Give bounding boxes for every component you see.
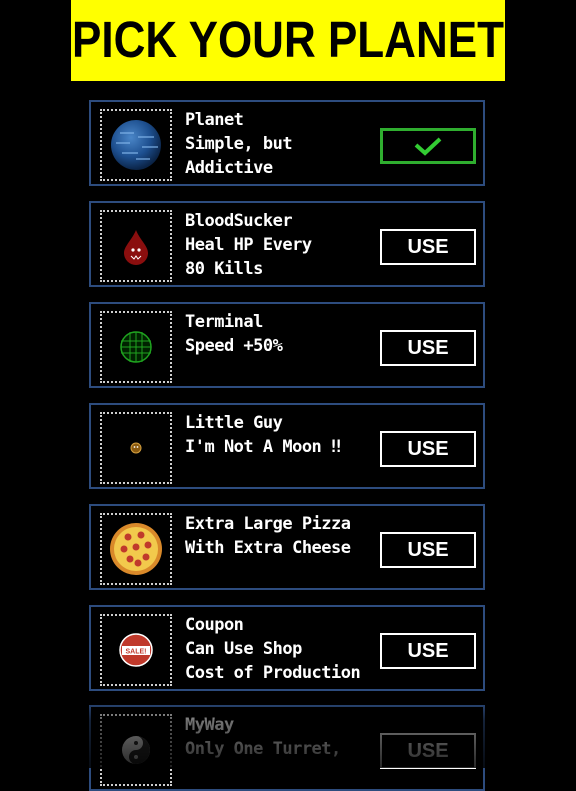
planet-desc-line2: Addictive (185, 158, 273, 178)
use-button[interactable]: USE (380, 431, 476, 467)
planet-name: Extra Large Pizza (185, 514, 351, 534)
planet-text: Terminal Speed +50% (185, 310, 283, 358)
planet-desc-line2: Cost of Production (185, 663, 361, 683)
planet-card-myway[interactable]: MyWay Only One Turret, USE (89, 705, 485, 791)
planet-icon-frame (100, 412, 172, 484)
planet-text: MyWay Only One Turret, (185, 713, 341, 761)
use-button[interactable]: USE (380, 633, 476, 669)
planet-card-little-guy[interactable]: Little Guy I'm Not A Moon ‼ USE (89, 403, 485, 489)
planet-card-planet[interactable]: Planet Simple, but Addictive (89, 100, 485, 186)
planet-card-terminal[interactable]: Terminal Speed +50% USE (89, 302, 485, 388)
use-button[interactable]: USE (380, 733, 476, 769)
planet-icon-frame (100, 311, 172, 383)
planet-icon-frame (100, 714, 172, 786)
planet-desc-line1: Only One Turret, (185, 739, 341, 759)
planet-name: MyWay (185, 715, 234, 735)
planet-desc-line1: Simple, but (185, 134, 293, 154)
planet-icon-frame (100, 513, 172, 585)
planet-text: Planet Simple, but Addictive (185, 108, 293, 180)
tiny-planet-icon (130, 442, 142, 454)
planet-name: Little Guy (185, 413, 283, 433)
planet-name: BloodSucker (185, 211, 293, 231)
use-button[interactable]: USE (380, 532, 476, 568)
blue-planet-icon (111, 120, 161, 170)
selected-button[interactable] (380, 128, 476, 164)
planet-card-coupon[interactable]: SALE! Coupon Can Use Shop Cost of Produc… (89, 605, 485, 691)
planet-text: Little Guy I'm Not A Moon ‼ (185, 411, 341, 459)
pizza-icon (110, 523, 162, 575)
planet-text: Extra Large Pizza With Extra Cheese (185, 512, 351, 560)
planet-text: Coupon Can Use Shop Cost of Production (185, 613, 361, 685)
title-banner: PICK YOUR PLANET (71, 0, 505, 81)
planet-icon-frame (100, 109, 172, 181)
planet-name: Coupon (185, 615, 244, 635)
use-button[interactable]: USE (380, 229, 476, 265)
planet-icon-frame (100, 210, 172, 282)
sale-sign-icon: SALE! (119, 633, 153, 667)
planet-desc-line1: With Extra Cheese (185, 538, 351, 558)
planet-desc-line1: Heal HP Every (185, 235, 312, 255)
use-button[interactable]: USE (380, 330, 476, 366)
planet-name: Planet (185, 110, 244, 130)
planet-desc-line1: I'm Not A Moon ‼ (185, 437, 341, 457)
page-title: PICK YOUR PLANET (72, 11, 504, 69)
yin-yang-icon (122, 736, 150, 764)
planet-text: BloodSucker Heal HP Every 80 Kills (185, 209, 312, 281)
blood-drop-icon (124, 230, 148, 265)
planet-name: Terminal (185, 312, 263, 332)
planet-card-bloodsucker[interactable]: BloodSucker Heal HP Every 80 Kills USE (89, 201, 485, 287)
checkmark-icon (414, 137, 442, 156)
planet-desc-line1: Can Use Shop (185, 639, 302, 659)
planet-desc-line1: Speed +50% (185, 336, 283, 356)
planet-desc-line2: 80 Kills (185, 259, 263, 279)
planet-icon-frame: SALE! (100, 614, 172, 686)
green-grid-globe-icon (120, 331, 152, 363)
svg-text:SALE!: SALE! (126, 649, 147, 656)
planet-card-pizza[interactable]: Extra Large Pizza With Extra Cheese USE (89, 504, 485, 590)
